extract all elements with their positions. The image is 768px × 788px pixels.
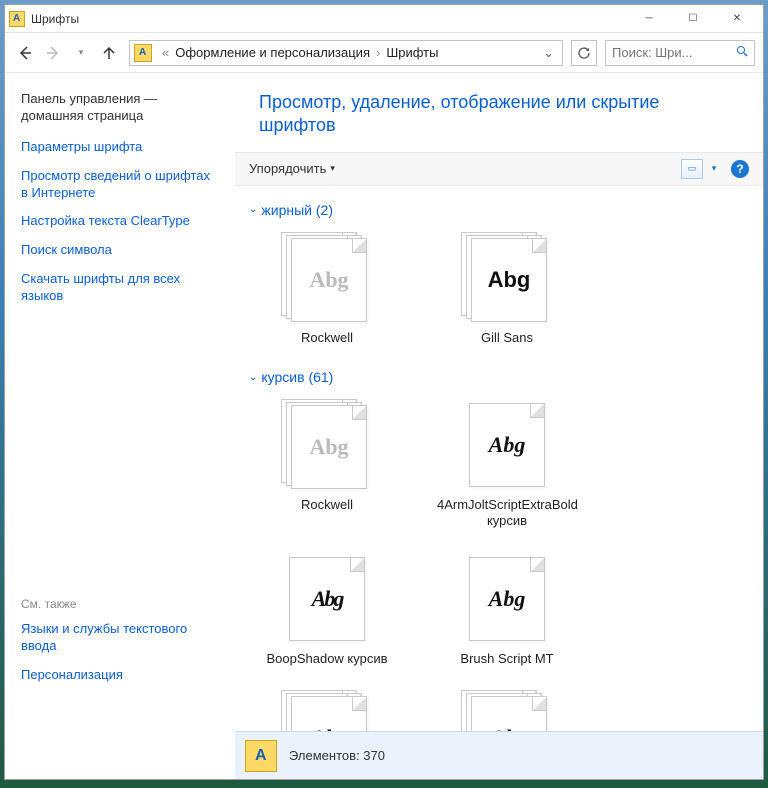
breadcrumb[interactable]: « Оформление и персонализация › Шрифты ⌄: [129, 40, 563, 66]
refresh-icon: [577, 46, 591, 60]
font-item[interactable]: AbgLucida: [257, 690, 397, 731]
font-item[interactable]: Abg BoopShadow курсив: [257, 553, 397, 667]
chevron-down-icon: ⌄: [249, 372, 257, 383]
font-thumbnail: Abg: [281, 232, 373, 324]
organize-button[interactable]: Упорядочить ▾: [249, 161, 335, 176]
breadcrumb-item-appearance[interactable]: Оформление и персонализация: [175, 45, 370, 60]
view-dropdown-button[interactable]: ▾: [707, 159, 721, 179]
chevron-down-icon: ▾: [330, 163, 335, 174]
sidebar-also-link[interactable]: Персонализация: [21, 667, 219, 684]
sidebar-also-label: См. также: [21, 597, 219, 611]
window-title: Шрифты: [31, 12, 79, 26]
font-label: BoopShadow курсив: [266, 651, 387, 667]
sidebar-link[interactable]: Настройка текста ClearType: [21, 213, 219, 230]
refresh-button[interactable]: [571, 40, 597, 66]
arrow-up-icon: [102, 46, 116, 60]
help-button[interactable]: ?: [731, 160, 749, 178]
content-area: Просмотр, удаление, отображение или скры…: [235, 73, 763, 779]
organize-label: Упорядочить: [249, 161, 326, 176]
breadcrumb-root-sep: «: [156, 45, 175, 60]
forward-button: [41, 41, 65, 65]
font-item[interactable]: AbgLucida: [437, 690, 577, 731]
font-thumbnail: Abg: [461, 553, 553, 645]
font-thumbnail: Abg: [461, 399, 553, 491]
fonts-folder-icon: [134, 44, 152, 62]
search-icon: [736, 44, 748, 62]
font-item[interactable]: Abg 4ArmJoltScriptExtraBold курсив: [437, 399, 577, 528]
page-title: Просмотр, удаление, отображение или скры…: [235, 73, 763, 152]
font-group-header[interactable]: ⌄ курсив (61): [249, 369, 755, 385]
font-item[interactable]: Abg Rockwell: [257, 232, 397, 346]
status-text: Элементов: 370: [289, 748, 385, 763]
back-button[interactable]: [13, 41, 37, 65]
font-thumbnail: Abg: [461, 690, 553, 731]
maximize-button[interactable]: ☐: [671, 6, 715, 32]
sidebar-link[interactable]: Поиск символа: [21, 242, 219, 259]
fonts-folder-icon: [245, 740, 277, 772]
font-thumbnail: Abg: [461, 232, 553, 324]
view-options-button[interactable]: ▭: [681, 159, 703, 179]
font-group-header[interactable]: ⌄ жирный (2): [249, 202, 755, 218]
recent-dropdown[interactable]: ▾: [69, 41, 93, 65]
sidebar-link[interactable]: Параметры шрифта: [21, 139, 219, 156]
font-list-area[interactable]: ⌄ жирный (2) Abg Rockwell Abg Gill Sans ⌄ кур…: [235, 186, 763, 731]
navigation-bar: ▾ « Оформление и персонализация › Шрифты…: [5, 33, 763, 73]
font-thumbnail: Abg: [281, 399, 373, 491]
sidebar-also-link[interactable]: Языки и службы текстового ввода: [21, 621, 219, 655]
font-label: Rockwell: [301, 330, 353, 346]
font-label: 4ArmJoltScriptExtraBold курсив: [437, 497, 577, 528]
font-item[interactable]: Abg Gill Sans: [437, 232, 577, 346]
minimize-button[interactable]: ─: [627, 6, 671, 32]
arrow-left-icon: [17, 45, 33, 61]
status-bar: Элементов: 370: [235, 731, 763, 779]
titlebar: Шрифты ─ ☐ ✕: [5, 5, 763, 33]
breadcrumb-dropdown[interactable]: ⌄: [537, 45, 560, 61]
arrow-right-icon: [45, 45, 61, 61]
breadcrumb-item-fonts[interactable]: Шрифты: [386, 45, 438, 60]
chevron-right-icon: ›: [370, 45, 386, 60]
close-button[interactable]: ✕: [715, 6, 759, 32]
fonts-panel-window: Шрифты ─ ☐ ✕ ▾ « Оформление и персонализ…: [4, 4, 764, 780]
search-box[interactable]: [605, 40, 755, 66]
font-label: Rockwell: [301, 497, 353, 513]
sidebar: Панель управления — домашняя страница Па…: [5, 73, 235, 779]
up-button[interactable]: [97, 41, 121, 65]
font-label: Brush Script MT: [460, 651, 553, 667]
font-thumbnail: Abg: [281, 690, 373, 731]
chevron-down-icon: ⌄: [249, 204, 257, 215]
sidebar-link[interactable]: Скачать шрифты для всех языков: [21, 271, 219, 305]
sidebar-link[interactable]: Просмотр сведений о шрифтах в Интернете: [21, 168, 219, 202]
font-item[interactable]: Abg Brush Script MT: [437, 553, 577, 667]
fonts-folder-icon: [9, 11, 25, 27]
toolbar: Упорядочить ▾ ▭ ▾ ?: [235, 152, 763, 186]
font-thumbnail: Abg: [281, 553, 373, 645]
font-label: Gill Sans: [481, 330, 533, 346]
font-item[interactable]: Abg Rockwell: [257, 399, 397, 528]
search-input[interactable]: [612, 45, 732, 60]
sidebar-home-link[interactable]: Панель управления — домашняя страница: [21, 91, 219, 125]
